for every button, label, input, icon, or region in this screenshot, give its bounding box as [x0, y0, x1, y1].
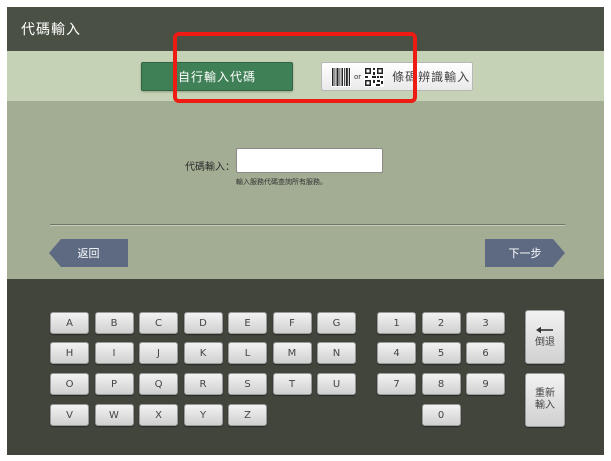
key-1[interactable]: 1: [377, 312, 416, 334]
input-highlight-box: [173, 32, 417, 103]
key-a[interactable]: A: [50, 312, 89, 334]
on-screen-keyboard: ABCDEFG HIJKLMN OPQRSTU VWXYZ 123 456 7890 倒退…: [7, 279, 604, 455]
key-j[interactable]: J: [139, 342, 178, 364]
key-x[interactable]: X: [139, 404, 178, 426]
key-3[interactable]: 3: [466, 312, 505, 334]
key-i[interactable]: I: [94, 342, 134, 364]
code-input[interactable]: [236, 148, 383, 173]
key-y[interactable]: Y: [183, 404, 223, 426]
key-q[interactable]: Q: [139, 373, 178, 395]
key-g[interactable]: G: [317, 312, 356, 334]
key-z[interactable]: Z: [228, 404, 267, 426]
backspace-arrow-icon: [536, 326, 553, 333]
key-c[interactable]: C: [139, 312, 178, 334]
key-9[interactable]: 9: [466, 373, 505, 395]
backspace-label: 倒退: [535, 336, 555, 348]
backspace-key[interactable]: 倒退: [525, 310, 565, 364]
back-button[interactable]: 返回: [49, 239, 128, 267]
key-u[interactable]: U: [317, 373, 356, 395]
key-5[interactable]: 5: [421, 342, 461, 364]
key-l[interactable]: L: [228, 342, 267, 364]
key-o[interactable]: O: [50, 373, 89, 395]
key-f[interactable]: F: [272, 312, 312, 334]
divider: [50, 224, 565, 226]
code-input-label: 代碼輸入：: [185, 162, 235, 173]
reset-label-line1: 重新: [535, 388, 555, 399]
key-v[interactable]: V: [50, 404, 89, 426]
reset-label-line2: 輸入: [535, 400, 555, 411]
key-b[interactable]: B: [94, 312, 134, 334]
key-h[interactable]: H: [50, 342, 89, 364]
key-e[interactable]: E: [228, 312, 267, 334]
key-7[interactable]: 7: [377, 373, 416, 395]
next-button[interactable]: 下一步: [485, 239, 565, 267]
kiosk-screen: 代碼輸入 自行輸入代碼 or 條碼辨識輸入 代碼輸入： 輸入服務代碼查詢所有服務…: [7, 7, 604, 455]
key-0[interactable]: 0: [421, 404, 461, 426]
key-w[interactable]: W: [94, 404, 134, 426]
key-2[interactable]: 2: [421, 312, 461, 334]
key-t[interactable]: T: [272, 373, 312, 395]
key-4[interactable]: 4: [377, 342, 416, 364]
key-8[interactable]: 8: [421, 373, 461, 395]
page-title: 代碼輸入: [21, 22, 81, 38]
reset-key[interactable]: 重新 輸入: [525, 373, 565, 427]
key-d[interactable]: D: [183, 312, 223, 334]
key-r[interactable]: R: [183, 373, 223, 395]
key-k[interactable]: K: [183, 342, 223, 364]
key-6[interactable]: 6: [466, 342, 505, 364]
key-m[interactable]: M: [272, 342, 312, 364]
key-n[interactable]: N: [317, 342, 356, 364]
key-s[interactable]: S: [228, 373, 267, 395]
code-input-hint: 輸入服務代碼查詢所有服務。: [236, 178, 327, 186]
key-p[interactable]: P: [94, 373, 134, 395]
